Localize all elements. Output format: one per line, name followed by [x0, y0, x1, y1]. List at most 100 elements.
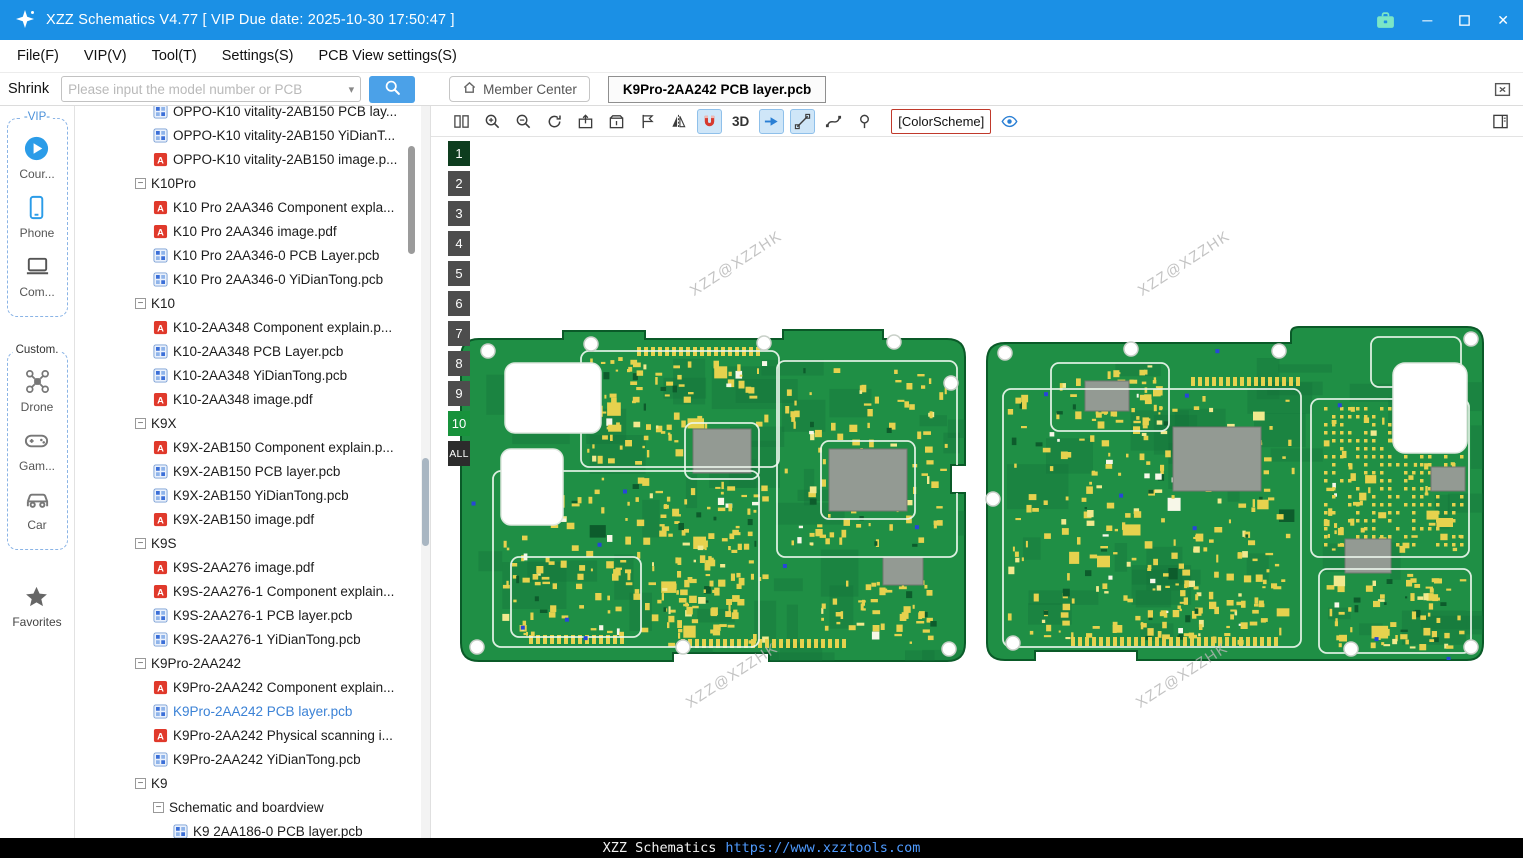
tree-item[interactable]: A K9X-2AB150 image.pdf [75, 507, 430, 531]
open-box-icon[interactable] [604, 109, 629, 134]
zoom-in-icon[interactable] [480, 109, 505, 134]
layer-button-9[interactable]: 9 [448, 381, 470, 406]
menu-tool[interactable]: Tool(T) [152, 48, 197, 64]
tree-item[interactable]: OPPO-K10 vitality-2AB150 YiDianT... [75, 123, 430, 147]
tree-item[interactable]: K10-2AA348 PCB Layer.pcb [75, 339, 430, 363]
collapse-icon[interactable]: − [135, 777, 146, 789]
tree-item[interactable]: A K9Pro-2AA242 Component explain... [75, 675, 430, 699]
tree-item[interactable]: − K10 [75, 291, 430, 315]
tree-item[interactable]: − Schematic and boardview [75, 795, 430, 819]
tree-item[interactable]: A K10 Pro 2AA346 Component expla... [75, 195, 430, 219]
collapse-icon[interactable]: − [135, 417, 146, 429]
collapse-icon[interactable]: − [135, 177, 146, 189]
tree-item[interactable]: − K9 [75, 771, 430, 795]
search-button[interactable] [369, 75, 416, 103]
tree-item[interactable]: A K9X-2AB150 Component explain.p... [75, 435, 430, 459]
inner-scrollbar-thumb[interactable] [408, 146, 415, 254]
flag-icon[interactable] [635, 109, 660, 134]
tree-item[interactable]: − K10Pro [75, 171, 430, 195]
curve-icon[interactable] [821, 109, 846, 134]
model-search-combobox[interactable]: ▾ [61, 76, 362, 102]
close-panel-icon[interactable] [1494, 81, 1511, 98]
tree-item[interactable]: − K9Pro-2AA242 [75, 651, 430, 675]
statusbar-url[interactable]: https://www.xzztools.com [725, 840, 920, 856]
maximize-button[interactable] [1458, 14, 1471, 27]
menu-pcb-view-settings[interactable]: PCB View settings(S) [318, 48, 456, 64]
sidebar-item-gam[interactable]: Gam... [19, 427, 55, 473]
vip-briefcase-icon[interactable] [1375, 10, 1396, 31]
menu-file[interactable]: File(F) [17, 48, 59, 64]
tree-item[interactable]: K9S-2AA276-1 YiDianTong.pcb [75, 627, 430, 651]
collapse-icon[interactable]: − [135, 297, 146, 309]
tree-item-label: K9S [151, 535, 177, 551]
tree-item[interactable]: K10-2AA348 YiDianTong.pcb [75, 363, 430, 387]
zoom-out-icon[interactable] [511, 109, 536, 134]
window-controls: ─ ✕ [1375, 10, 1509, 31]
pcb-board-view[interactable] [431, 137, 1523, 838]
tree-item[interactable]: K9 2AA186-0 PCB layer.pcb [75, 819, 430, 838]
tree-item[interactable]: A OPPO-K10 vitality-2AB150 image.p... [75, 147, 430, 171]
pcb-canvas[interactable]: 1 2 3 4 5 6 7 8 9 10 ALL XZZ@XZZHK XZZ@XZZHK XZZ@XZZ… [431, 137, 1523, 838]
layer-button-8[interactable]: 8 [448, 351, 470, 376]
jump-arrow-icon[interactable] [759, 108, 785, 134]
layer-button-5[interactable]: 5 [448, 261, 470, 286]
export-box-icon[interactable] [573, 109, 598, 134]
3d-button[interactable]: 3D [728, 109, 753, 134]
member-center-button[interactable]: Member Center [449, 76, 590, 102]
visibility-eye-icon[interactable] [997, 109, 1022, 134]
menu-settings[interactable]: Settings(S) [222, 48, 294, 64]
tree-item[interactable]: A K10-2AA348 image.pdf [75, 387, 430, 411]
tree-item[interactable]: K9Pro-2AA242 YiDianTong.pcb [75, 747, 430, 771]
tree-item[interactable]: K9X-2AB150 PCB layer.pcb [75, 459, 430, 483]
layer-button-10[interactable]: 10 [448, 411, 470, 436]
sidebar-item-phone[interactable]: Phone [20, 194, 54, 240]
tree-item[interactable]: − K9X [75, 411, 430, 435]
layer-button-all[interactable]: ALL [448, 441, 470, 466]
sidebar-item-car[interactable]: Car [24, 486, 51, 532]
layer-button-2[interactable]: 2 [448, 171, 470, 196]
layer-button-6[interactable]: 6 [448, 291, 470, 316]
measure-icon[interactable] [790, 108, 816, 134]
search-input[interactable] [68, 81, 345, 97]
menu-vip[interactable]: VIP(V) [84, 48, 127, 64]
collapse-icon[interactable]: − [135, 537, 146, 549]
layers-panel-icon[interactable] [1488, 109, 1513, 134]
probe-pin-icon[interactable] [852, 109, 877, 134]
mirror-flip-icon[interactable] [666, 109, 691, 134]
tree-item[interactable]: A K10 Pro 2AA346 image.pdf [75, 219, 430, 243]
layer-button-3[interactable]: 3 [448, 201, 470, 226]
tree-item[interactable]: K10 Pro 2AA346-0 PCB Layer.pcb [75, 243, 430, 267]
tree-item[interactable]: OPPO-K10 vitality-2AB150 PCB lay... [75, 106, 430, 123]
magnet-icon[interactable] [697, 108, 722, 134]
collapse-icon[interactable]: − [153, 801, 164, 813]
tree-item[interactable]: A K9Pro-2AA242 Physical scanning i... [75, 723, 430, 747]
main-area: -VIP- Cour... Phone Com... Custom. Drone Gam..… [0, 106, 1523, 838]
sidebar-item-com[interactable]: Com... [19, 253, 55, 299]
tree-scrollbar-track[interactable] [421, 106, 430, 838]
colorscheme-button[interactable]: [ColorScheme] [891, 108, 992, 134]
sidebar-item-cour[interactable]: Cour... [19, 135, 55, 181]
sidebar-item-drone[interactable]: Drone [21, 368, 53, 414]
tree-item[interactable]: K10 Pro 2AA346-0 YiDianTong.pcb [75, 267, 430, 291]
layer-button-7[interactable]: 7 [448, 321, 470, 346]
pdf-file-icon: A [153, 728, 168, 743]
tab-active-pcb-file[interactable]: K9Pro-2AA242 PCB layer.pcb [607, 75, 827, 103]
tree-item[interactable]: K9X-2AB150 YiDianTong.pcb [75, 483, 430, 507]
tree-item[interactable]: A K9S-2AA276 image.pdf [75, 555, 430, 579]
refresh-icon[interactable] [542, 109, 567, 134]
tree-item[interactable]: A K10-2AA348 Component explain.p... [75, 315, 430, 339]
tree-scrollbar-thumb[interactable] [422, 458, 429, 546]
collapse-icon[interactable]: − [135, 657, 146, 669]
layer-button-4[interactable]: 4 [448, 231, 470, 256]
split-view-icon[interactable] [449, 109, 474, 134]
chevron-down-icon[interactable]: ▾ [349, 83, 355, 96]
sidebar-item-favorites[interactable]: Favorites [12, 584, 62, 629]
close-button[interactable]: ✕ [1497, 13, 1509, 27]
tree-item[interactable]: A K9S-2AA276-1 Component explain... [75, 579, 430, 603]
tree-item[interactable]: − K9S [75, 531, 430, 555]
tree-item[interactable]: K9S-2AA276-1 PCB layer.pcb [75, 603, 430, 627]
layer-button-1[interactable]: 1 [448, 141, 470, 166]
minimize-button[interactable]: ─ [1422, 13, 1432, 27]
shrink-button[interactable]: Shrink [8, 81, 49, 97]
tree-item[interactable]: K9Pro-2AA242 PCB layer.pcb [75, 699, 430, 723]
